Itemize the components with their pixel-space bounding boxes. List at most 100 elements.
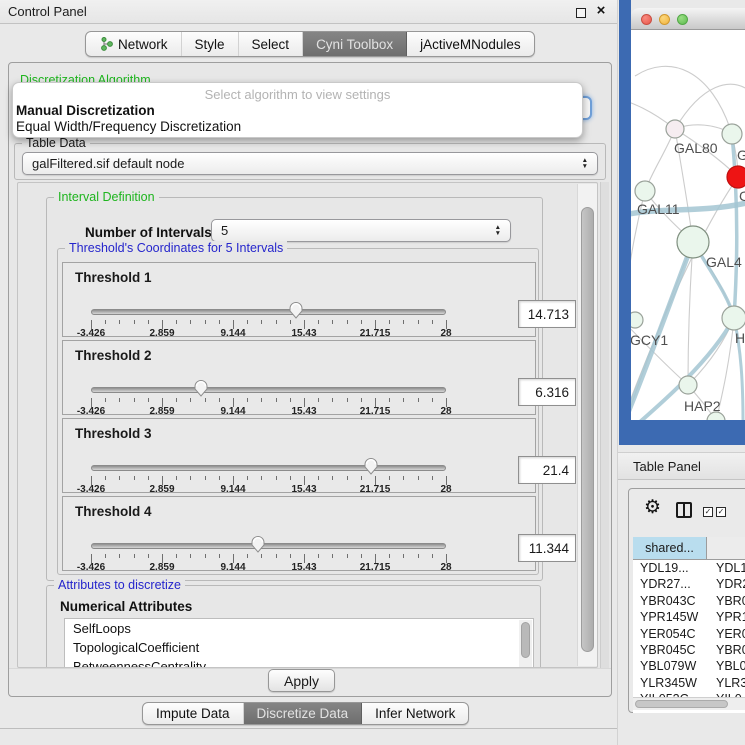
checkbox-icon[interactable]: ✓: [716, 507, 726, 517]
slider-tick: [418, 554, 419, 558]
table-row[interactable]: YLR345WYLR3: [633, 675, 745, 691]
attribute-list-item[interactable]: BetweennessCentrality: [65, 657, 533, 668]
column-header-shared-name[interactable]: shared...: [633, 537, 707, 560]
tab-jactivemnodules[interactable]: jActiveMNodules: [407, 32, 534, 56]
split-columns-icon[interactable]: [676, 502, 692, 518]
slider-tick: [134, 476, 135, 480]
table-row[interactable]: YBR045CYBR0: [633, 642, 745, 658]
popup-option-manual[interactable]: Manual Discretization: [15, 103, 575, 118]
cell-shared-name: YBR043C: [633, 593, 707, 609]
slider-tick-label: 9.144: [220, 484, 245, 495]
slider-track[interactable]: [91, 387, 446, 393]
minimize-traffic-light-icon[interactable]: [659, 14, 670, 25]
threshold-value-field[interactable]: 6.316: [518, 378, 576, 406]
tab-network[interactable]: Network: [86, 32, 182, 56]
cell-name: YLR3: [707, 675, 745, 691]
slider-tick: [389, 476, 390, 480]
network-canvas[interactable]: GAL80GAL11GAL4GCY1HAP2GACH: [631, 30, 745, 420]
network-node[interactable]: [635, 181, 655, 201]
attributes-list-scrollbar[interactable]: [519, 620, 532, 668]
slider-tick: [418, 398, 419, 402]
popup-option-equal-width[interactable]: Equal Width/Frequency Discretization: [15, 119, 575, 134]
slider-track[interactable]: [91, 309, 446, 315]
scrollbar-thumb[interactable]: [521, 622, 530, 658]
bottom-tab-infer-network[interactable]: Infer Network: [362, 703, 468, 724]
slider-tick: [190, 320, 191, 324]
network-node[interactable]: [679, 376, 697, 394]
threshold-slider[interactable]: -3.4262.8599.14415.4321.71528: [91, 341, 446, 416]
table-header-row: shared... na: [633, 537, 745, 560]
threshold-slider[interactable]: -3.4262.8599.14415.4321.71528: [91, 497, 446, 572]
slider-tick-label: 15.43: [291, 484, 316, 495]
threshold-panel-3: Threshold 3-3.4262.8599.14415.4321.71528…: [62, 418, 536, 493]
attribute-list-item[interactable]: TopologicalCoefficient: [65, 638, 533, 657]
table-rows: YDL19...YDL1YDR27...YDR2YBR043CYBR0YPR14…: [633, 560, 745, 697]
tab-select[interactable]: Select: [239, 32, 304, 56]
slider-handle[interactable]: [194, 379, 209, 397]
table-row[interactable]: YBR043CYBR0: [633, 593, 745, 609]
attribute-list-item[interactable]: SelfLoops: [65, 619, 533, 638]
checkbox-icon[interactable]: ✓: [703, 507, 713, 517]
interval-definition-title: Interval Definition: [54, 190, 159, 205]
settings-viewport: Interval Definition Number of Intervals …: [17, 182, 598, 668]
network-node[interactable]: [631, 312, 643, 328]
slider-tick-label: 2.859: [149, 562, 174, 573]
table-data-combo[interactable]: galFiltered.sif default node ▲▼: [22, 152, 598, 175]
threshold-slider[interactable]: -3.4262.8599.14415.4321.71528: [91, 263, 446, 338]
slider-tick: [105, 320, 106, 324]
float-icon[interactable]: [576, 8, 586, 18]
bottom-tab-impute-data[interactable]: Impute Data: [143, 703, 244, 724]
slider-handle[interactable]: [250, 535, 265, 553]
close-icon[interactable]: ×: [594, 3, 608, 19]
threshold-value-field[interactable]: 11.344: [518, 534, 576, 562]
panel-sash[interactable]: [617, 0, 618, 745]
table-row[interactable]: YBL079WYBL0: [633, 658, 745, 674]
slider-tick: [318, 476, 319, 480]
network-node[interactable]: [677, 226, 709, 258]
slider-tick: [148, 320, 149, 324]
tab-label: Infer Network: [375, 706, 455, 721]
network-node[interactable]: [727, 166, 745, 188]
slider-tick-label: 2.859: [149, 406, 174, 417]
gear-icon[interactable]: ⚙: [644, 498, 661, 517]
table-row[interactable]: YDL19...YDL1: [633, 560, 745, 576]
num-intervals-value: 5: [221, 223, 228, 238]
numerical-attributes-label: Numerical Attributes: [60, 599, 192, 614]
apply-button[interactable]: Apply: [268, 669, 335, 692]
slider-tick: [148, 398, 149, 402]
table-hscrollbar[interactable]: [633, 697, 745, 710]
slider-handle[interactable]: [288, 301, 303, 319]
scrollbar-thumb[interactable]: [635, 700, 728, 708]
slider-tick-label: 21.715: [360, 406, 391, 417]
bottom-tab-discretize-data[interactable]: Discretize Data: [244, 703, 363, 724]
tab-style[interactable]: Style: [182, 32, 239, 56]
num-intervals-combo[interactable]: 5 ▲▼: [211, 219, 511, 242]
zoom-traffic-light-icon[interactable]: [677, 14, 688, 25]
slider-tick: [247, 320, 248, 324]
table-row[interactable]: YDR27...YDR2: [633, 576, 745, 592]
table-row[interactable]: YPR145WYPR1: [633, 609, 745, 625]
network-window-titlebar[interactable]: [631, 8, 745, 30]
network-node[interactable]: [666, 120, 684, 138]
cell-name: YBR0: [707, 642, 745, 658]
column-header-name[interactable]: na: [707, 537, 745, 560]
scrollbar-thumb[interactable]: [581, 207, 594, 652]
close-traffic-light-icon[interactable]: [641, 14, 652, 25]
threshold-value-field[interactable]: 14.713: [518, 300, 576, 328]
slider-tick: [190, 476, 191, 480]
network-node[interactable]: [722, 124, 742, 144]
slider-track[interactable]: [91, 465, 446, 471]
network-node[interactable]: [722, 306, 745, 330]
threshold-slider[interactable]: -3.4262.8599.14415.4321.71528: [91, 419, 446, 494]
settings-scrollbar[interactable]: [577, 184, 597, 666]
table-row[interactable]: YER054CYER0: [633, 626, 745, 642]
threshold-value-field[interactable]: 21.4: [518, 456, 576, 484]
slider-handle[interactable]: [364, 457, 379, 475]
slider-tick: [205, 398, 206, 402]
cell-shared-name: YDR27...: [633, 576, 707, 592]
tab-label: jActiveMNodules: [420, 37, 521, 52]
slider-track[interactable]: [91, 543, 446, 549]
attributes-group: Attributes to discretize Numerical Attri…: [46, 585, 541, 668]
tab-cyni-toolbox[interactable]: Cyni Toolbox: [303, 32, 407, 56]
slider-tick: [432, 398, 433, 402]
